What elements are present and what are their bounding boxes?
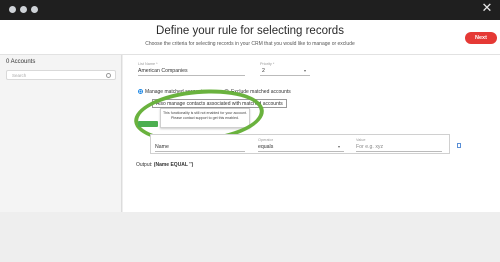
operator-label: Operator [258,138,273,142]
value-label: Value [356,138,366,142]
page-subtitle: Choose the criteria for selecting record… [145,41,355,47]
window-dot-icon[interactable] [20,6,27,13]
trash-icon[interactable] [457,143,461,148]
page-header: Define your rule for selecting records C… [0,20,500,55]
output-prefix: Output: [136,162,153,168]
output-expression: Output: (Name EQUAL '') [136,162,193,168]
accounts-count: 0 Accounts [6,59,36,65]
condition-field-select[interactable]: Name [155,144,169,150]
priority-select[interactable]: 2 [262,68,265,74]
value-input[interactable]: For e.g. xyz [356,144,383,150]
search-icon[interactable] [106,73,111,78]
search-input[interactable]: Search [6,70,116,80]
list-name-field[interactable]: American Companies [138,68,188,74]
window-dot-icon[interactable] [9,6,16,13]
list-name-underline [138,75,245,76]
chevron-down-icon[interactable]: ▾ [304,68,306,73]
add-condition-button[interactable] [138,121,158,127]
list-name-label: List Name * [138,62,158,66]
field-underline [155,151,245,152]
next-button[interactable]: Next [465,32,497,44]
close-icon[interactable]: ✕ [480,2,494,16]
bottom-area [0,212,500,262]
priority-underline [260,75,310,76]
value-underline [356,151,442,152]
chevron-down-icon[interactable]: ▾ [338,144,340,149]
operator-underline [258,151,344,152]
priority-label: Priority * [260,62,275,66]
manage-radio[interactable] [138,89,143,94]
output-value: (Name EQUAL '') [153,162,194,168]
window-dot-icon[interactable] [31,6,38,13]
page-title: Define your rule for selecting records [156,25,344,37]
operator-select[interactable]: equals [258,144,273,150]
window-titlebar: ✕ [0,0,500,20]
search-placeholder: Search [12,73,27,78]
accounts-sidebar: 0 Accounts Search [0,55,122,212]
